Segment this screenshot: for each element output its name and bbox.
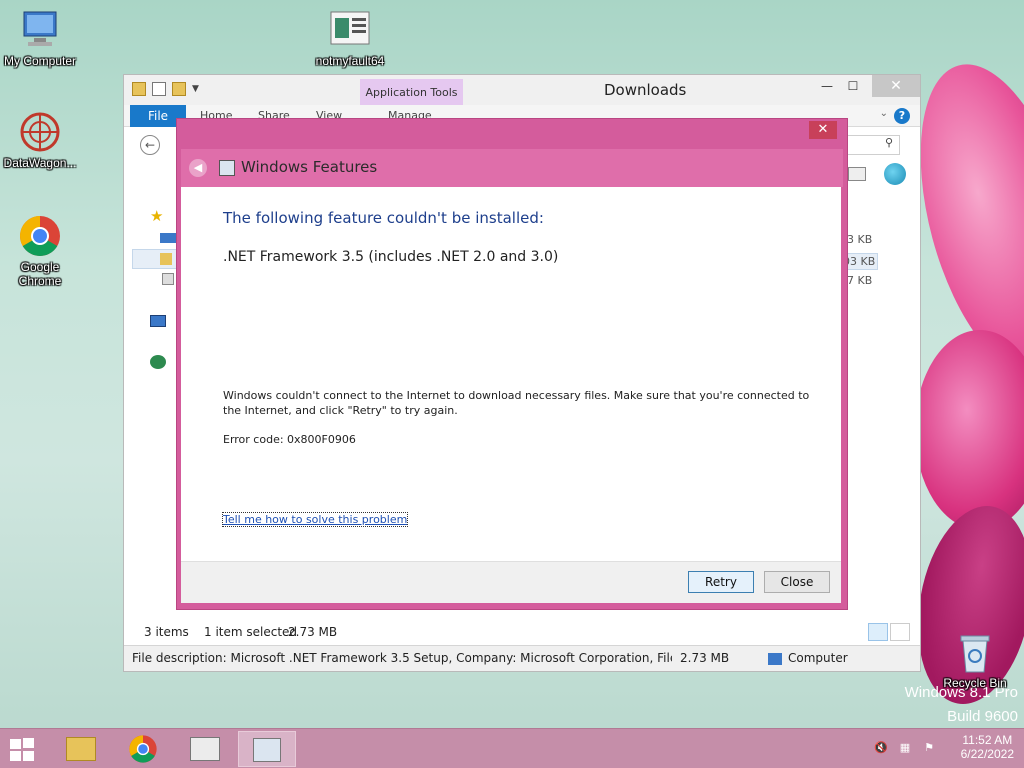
desktop-icon-google-chrome[interactable]: Google Chrome — [0, 214, 80, 288]
clock-time: 11:52 AM — [962, 733, 1013, 747]
taskbar-chrome[interactable] — [114, 731, 172, 767]
os-watermark-build: Build 9600 — [947, 708, 1018, 725]
location-label: Computer — [788, 651, 848, 665]
downloads-folder-icon — [160, 253, 172, 265]
start-button[interactable] — [10, 738, 36, 762]
folder-icon — [66, 737, 96, 761]
selection-size: 2.73 MB — [288, 625, 338, 639]
desktop-icon-label: Recycle Bin — [943, 676, 1007, 690]
volume-muted-icon[interactable]: 🔇 — [874, 741, 888, 755]
tab-application-tools[interactable]: Application Tools — [360, 79, 463, 105]
windows-features-icon — [253, 738, 281, 762]
taskbar-app[interactable] — [176, 731, 234, 767]
desktop-icon-datawagon[interactable]: DataWagon... — [0, 110, 80, 170]
network-icon[interactable] — [150, 355, 166, 369]
network-icon[interactable]: ▦ — [898, 741, 912, 755]
taskbar-windows-features[interactable] — [238, 731, 296, 767]
clock[interactable]: 11:52 AM 6/22/2022 — [961, 733, 1014, 761]
desktop-icon-label: My Computer — [3, 54, 77, 68]
computer-icon — [768, 653, 782, 665]
taskbar-file-explorer[interactable] — [52, 731, 110, 767]
file-description: File description: Microsoft .NET Framewo… — [132, 651, 672, 665]
dialog-header: ◀ Windows Features — [181, 149, 843, 187]
system-tray: 🔇 ▦ ⚑ — [874, 741, 936, 755]
shell-icon[interactable] — [884, 163, 906, 185]
wallpaper-petal — [915, 330, 1024, 530]
item-count: 3 items — [144, 625, 189, 639]
chrome-icon — [129, 735, 157, 763]
preview-pane-icon[interactable] — [848, 167, 866, 181]
datawagon-icon — [18, 110, 62, 154]
back-arrow-icon[interactable]: ◀ — [189, 159, 207, 177]
windows-features-dialog: ✕ ◀ Windows Features The following featu… — [176, 118, 848, 610]
computer-icon — [18, 8, 62, 52]
explorer-title-bar: ▼ Application Tools Downloads — ☐ ✕ — [124, 75, 920, 105]
feature-name: .NET Framework 3.5 (includes .NET 2.0 an… — [223, 249, 559, 265]
properties-icon[interactable] — [152, 82, 166, 96]
minimize-button[interactable]: — — [814, 75, 840, 97]
error-heading: The following feature couldn't be instal… — [223, 209, 544, 227]
close-button[interactable]: ✕ — [872, 75, 920, 97]
window-title: Downloads — [604, 81, 687, 99]
desktop-icon-label: notmyfault64 — [315, 54, 385, 68]
desktop-icon-recycle-bin[interactable]: Recycle Bin — [935, 630, 1015, 690]
file-size-detail: 2.73 MB — [680, 651, 730, 665]
back-arrow-icon[interactable]: ← — [140, 135, 160, 155]
retry-button[interactable]: Retry — [688, 571, 754, 593]
help-icon[interactable]: ? — [894, 108, 910, 124]
application-icon — [190, 737, 220, 761]
selection-count: 1 item selected — [204, 625, 298, 639]
recycle-bin-icon — [953, 630, 997, 674]
chrome-icon — [18, 214, 62, 258]
taskbar: 🔇 ▦ ⚑ 11:52 AM 6/22/2022 — [0, 728, 1024, 768]
maximize-button[interactable]: ☐ — [840, 75, 866, 97]
desktop-icon-label: Google Chrome — [18, 260, 62, 288]
recent-places-icon[interactable] — [162, 273, 174, 285]
favorites-star-icon[interactable]: ★ — [150, 207, 163, 225]
chevron-down-icon[interactable]: ▼ — [192, 84, 199, 94]
dialog-footer: Retry Close — [181, 561, 841, 603]
folder-icon[interactable] — [132, 82, 146, 96]
action-center-icon[interactable]: ⚑ — [922, 741, 936, 755]
desktop-icon-notmyfault64[interactable]: notmyfault64 — [310, 8, 390, 68]
navigation-pane: ★ — [124, 189, 184, 619]
dialog-body: The following feature couldn't be instal… — [181, 187, 841, 561]
search-input[interactable]: ⚲ — [842, 135, 900, 155]
desktop-icon[interactable] — [160, 233, 176, 243]
status-bar: 3 items 1 item selected 2.73 MB — [124, 621, 920, 643]
large-icons-view-icon[interactable] — [890, 623, 910, 641]
dialog-title: Windows Features — [241, 158, 378, 176]
search-icon: ⚲ — [884, 136, 893, 149]
help-link[interactable]: Tell me how to solve this problem — [221, 512, 409, 527]
dialog-close-button[interactable]: ✕ — [809, 121, 837, 139]
details-bar: File description: Microsoft .NET Framewo… — [124, 645, 920, 671]
desktop-icon-label: DataWagon... — [3, 156, 77, 170]
application-icon — [328, 8, 372, 52]
quick-access-toolbar: ▼ — [132, 82, 199, 96]
windows-features-icon — [219, 160, 235, 176]
details-view-icon[interactable] — [868, 623, 888, 641]
error-code: Error code: 0x800F0906 — [223, 433, 356, 446]
error-message: Windows couldn't connect to the Internet… — [223, 389, 810, 417]
close-dialog-button[interactable]: Close — [764, 571, 830, 593]
desktop-icon-my-computer[interactable]: My Computer — [0, 8, 80, 68]
chevron-down-icon[interactable]: ⌄ — [880, 108, 888, 119]
clock-date: 6/22/2022 — [960, 747, 1014, 761]
new-folder-icon[interactable] — [172, 82, 186, 96]
computer-icon[interactable] — [150, 315, 166, 327]
windows-logo-icon — [10, 739, 21, 749]
